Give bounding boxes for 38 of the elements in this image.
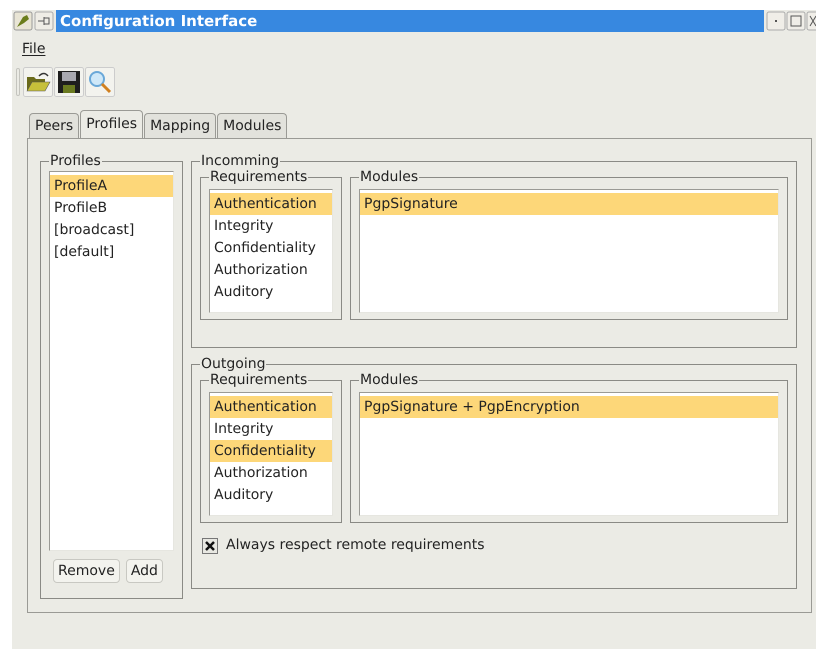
group-title: Requirements	[209, 169, 308, 185]
checkbox-label: Always respect remote requirements	[226, 536, 485, 555]
group-title: Modules	[359, 169, 420, 185]
list-item[interactable]: ProfileA	[50, 175, 173, 197]
list-item[interactable]: Confidentiality	[210, 440, 332, 462]
group-title: Outgoing	[200, 356, 266, 372]
checkbox[interactable]	[202, 538, 218, 554]
list-item[interactable]: Authorization	[210, 259, 332, 281]
list-item[interactable]: ProfileB	[50, 197, 173, 219]
open-folder-icon[interactable]	[23, 67, 53, 97]
group-title: Profiles	[49, 153, 102, 169]
tab[interactable]: Profiles	[80, 110, 144, 138]
list-item[interactable]: Auditory	[210, 281, 332, 303]
list-item[interactable]: Authorization	[210, 462, 332, 484]
window-title: Configuration Interface	[59, 10, 258, 32]
list-item[interactable]: Authentication	[210, 396, 332, 418]
add-button[interactable]: Add	[126, 559, 163, 583]
group-title: Modules	[359, 372, 420, 388]
list-item[interactable]: Integrity	[210, 215, 332, 237]
app-icon	[13, 11, 33, 31]
list-item[interactable]: [default]	[50, 241, 173, 263]
group-title: Incomming	[200, 153, 280, 169]
list-item[interactable]: [broadcast]	[50, 219, 173, 241]
list-item[interactable]: PgpSignature	[360, 193, 778, 215]
list-item[interactable]: Confidentiality	[210, 237, 332, 259]
tab[interactable]: Mapping	[144, 113, 216, 138]
tab[interactable]: Modules	[217, 113, 288, 138]
remove-button[interactable]: Remove	[53, 559, 120, 583]
list-item[interactable]: Auditory	[210, 484, 332, 506]
close-icon[interactable]	[806, 11, 816, 31]
tab[interactable]: Peers	[29, 113, 80, 138]
save-icon[interactable]	[54, 67, 84, 97]
list-item[interactable]: Authentication	[210, 193, 332, 215]
pin-icon[interactable]	[34, 11, 54, 31]
list-item[interactable]: Integrity	[210, 418, 332, 440]
list-item[interactable]: PgpSignature + PgpEncryption	[360, 396, 778, 418]
group-title: Requirements	[209, 372, 308, 388]
menu-item[interactable]: File	[22, 38, 46, 60]
